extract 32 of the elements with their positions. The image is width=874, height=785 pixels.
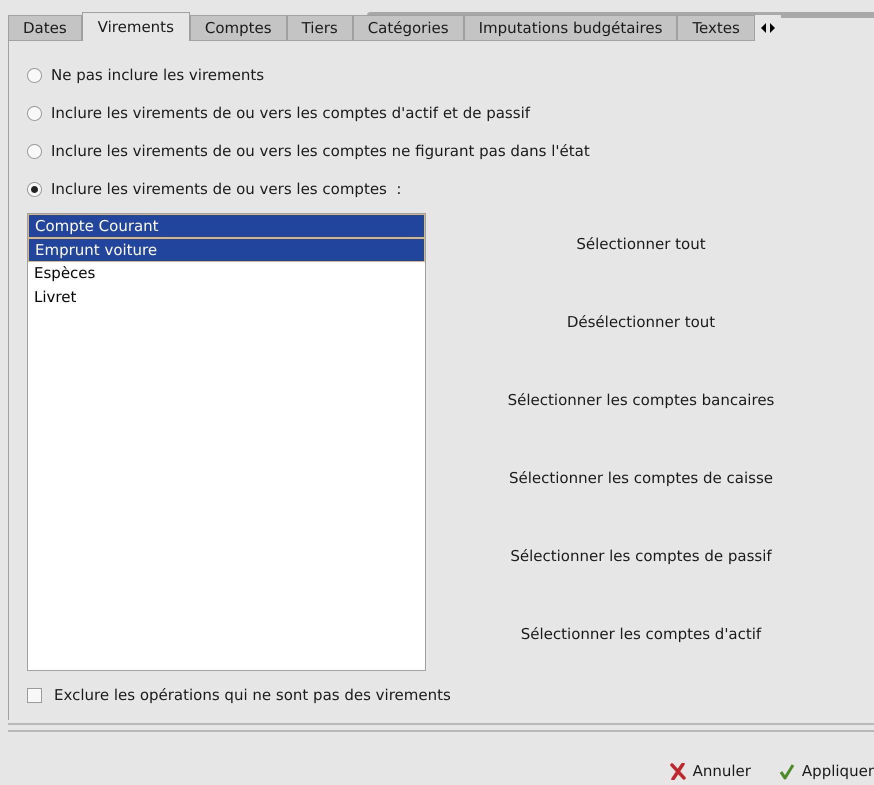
select-button[interactable]: Sélectionner tout	[576, 232, 706, 256]
cross-icon	[670, 762, 686, 780]
tab[interactable]: Dates	[8, 14, 82, 41]
radio-label: Inclure les virements de ou vers les comptes :	[51, 179, 402, 200]
checkbox-label: Exclure les opérations qui ne sont pas des virements	[54, 684, 451, 706]
select-button[interactable]: Sélectionner les comptes d'actif	[520, 622, 762, 646]
tab[interactable]: Comptes	[190, 14, 287, 41]
apply-button[interactable]: Appliquer	[778, 757, 874, 785]
radio-button[interactable]	[27, 68, 42, 83]
cancel-button[interactable]: Annuler	[670, 757, 751, 785]
tab[interactable]: Virements	[82, 12, 190, 41]
account-item[interactable]: Espèces	[28, 262, 425, 286]
select-button[interactable]: Sélectionner les comptes de caisse	[508, 466, 773, 490]
account-item[interactable]: Compte Courant	[28, 214, 425, 238]
tab[interactable]: Imputations budgétaires	[464, 14, 678, 41]
radio-label: Inclure les virements de ou vers les comptes ne figurant pas dans l'état	[51, 141, 590, 162]
radio-label: Inclure les virements de ou vers les comptes d'actif et de passif	[51, 103, 530, 124]
account-item[interactable]: Emprunt voiture	[28, 238, 425, 262]
radio-button[interactable]	[27, 106, 42, 121]
select-button[interactable]: Désélectionner tout	[566, 310, 716, 334]
radio-label: Ne pas inclure les virements	[51, 65, 264, 86]
tab[interactable]: Tiers	[286, 14, 353, 41]
pane-separator[interactable]	[8, 723, 874, 732]
account-item[interactable]: Livret	[28, 286, 425, 310]
tab[interactable]: Catégories	[352, 14, 464, 41]
radio-button[interactable]	[27, 182, 42, 197]
tab[interactable]: Textes	[677, 14, 755, 41]
check-icon	[778, 762, 795, 780]
checkbox[interactable]	[27, 688, 42, 703]
select-button[interactable]: Sélectionner les comptes de passif	[510, 544, 772, 568]
radio-button[interactable]	[27, 144, 42, 159]
select-button[interactable]: Sélectionner les comptes bancaires	[508, 388, 774, 412]
